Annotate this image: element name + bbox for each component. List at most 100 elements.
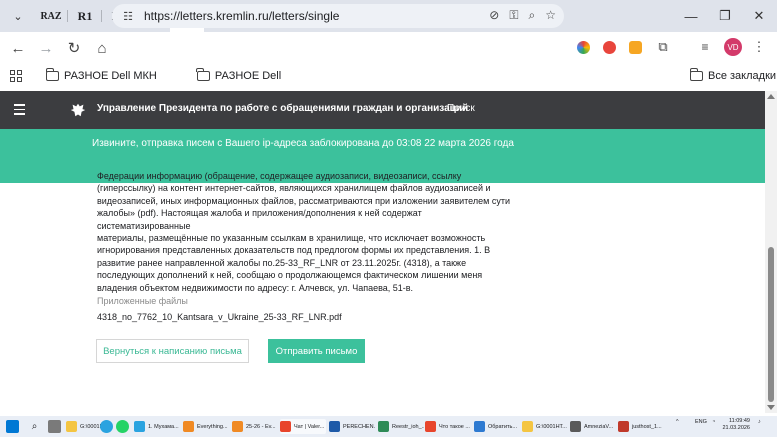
taskbar-app[interactable]: 1. Мухама...	[134, 419, 180, 434]
web-page: Управление Президента по работе с обраще…	[0, 91, 765, 413]
attachments-label: Приложенные файлы	[97, 296, 188, 306]
taskbar-app[interactable]: Что такое ...	[425, 419, 471, 434]
close-window-button[interactable]: ✕	[741, 0, 777, 32]
letter-line: владения объектом недвижимости по адресу…	[97, 282, 414, 293]
app-icon	[134, 421, 145, 432]
letter-line: жалобы» (pdf). Настоящая жалоба и прилож…	[97, 208, 422, 231]
taskbar-app[interactable]: Reestr_ioh_...	[378, 419, 424, 434]
search-icon[interactable]: ⌕	[28, 420, 41, 433]
profile-avatar[interactable]: VD	[722, 36, 744, 58]
double-headed-eagle-emblem-icon	[70, 103, 86, 117]
home-icon[interactable]: ⌂	[88, 34, 116, 62]
app-icon	[570, 421, 581, 432]
taskbar-app-label: 25-26 - Ev...	[246, 423, 276, 430]
letter-line: видеозаписей, иных информационных файлов…	[97, 195, 510, 206]
app-icon	[232, 421, 243, 432]
notifications-bell-icon[interactable]: ♪	[758, 419, 761, 425]
taskbar-app-label: 1. Мухама...	[148, 423, 179, 430]
wallet-extension-icon[interactable]	[624, 36, 646, 58]
taskbar-app[interactable]: AmneziaV...	[570, 419, 616, 434]
tracking-blocked-eye-icon[interactable]: ⊘	[489, 8, 499, 23]
app-icon	[183, 421, 194, 432]
send-letter-button[interactable]: Отправить письмо	[268, 339, 365, 363]
zoom-icon[interactable]: ⌕	[529, 8, 536, 23]
letter-line: развитие ранее направленной жалобы по.25…	[97, 257, 467, 268]
scroll-up-arrow-icon[interactable]	[767, 94, 775, 99]
restore-button[interactable]: ❐	[707, 0, 743, 32]
taskbar-app[interactable]: Чат | Valer...	[280, 419, 326, 434]
app-icon	[425, 421, 436, 432]
scrollbar-thumb[interactable]	[768, 247, 774, 402]
tab-search-chevron-icon[interactable]: ⌄	[6, 4, 30, 28]
bookmark-star-icon[interactable]: ☆	[545, 8, 556, 23]
taskbar-app[interactable]: justhost_1...	[618, 419, 664, 434]
start-windows-icon[interactable]	[6, 420, 19, 433]
app-icon	[378, 421, 389, 432]
whatsapp-pinned-icon[interactable]	[116, 420, 129, 433]
app-icon	[522, 421, 533, 432]
browser-tab[interactable]: RAZ	[34, 4, 68, 28]
windows-taskbar: ⌕ G:\0001НТ... 1. Мухама... Everything... 2…	[0, 416, 777, 437]
tray-chevron-icon[interactable]: ^	[676, 419, 679, 425]
letter-text: Федерации информацию (обращение, содержа…	[97, 170, 517, 294]
app-icon	[329, 421, 340, 432]
app-icon	[280, 421, 291, 432]
reload-icon[interactable]: ↻	[60, 34, 88, 62]
org-title[interactable]: Управление Президента по работе с обраще…	[97, 103, 468, 114]
tab-title: R1	[77, 8, 93, 23]
passwords-key-icon[interactable]: ⚿	[509, 8, 518, 23]
browser-tab[interactable]: R1	[68, 4, 102, 28]
letter-line: материалы, размещённые по указанным ссыл…	[97, 233, 486, 244]
page-scrollbar[interactable]	[765, 91, 777, 413]
browser-menu-icon[interactable]: ⋮	[748, 36, 770, 58]
vpn-extension-icon[interactable]	[598, 36, 620, 58]
app-icon	[618, 421, 629, 432]
letter-line: Федерации информацию (обращение, содержа…	[97, 171, 462, 181]
site-search-link[interactable]: Поиск	[447, 103, 475, 114]
system-clock[interactable]: 11:09:49 21.03.2026	[720, 418, 750, 432]
taskbar-app[interactable]: PERECHEN...	[329, 419, 375, 434]
telegram-pinned-icon[interactable]	[100, 420, 113, 433]
site-header: Управление Президента по работе с обраще…	[0, 91, 765, 129]
minimize-button[interactable]: —	[673, 0, 709, 32]
network-icon[interactable]: ◔	[712, 419, 715, 425]
taskbar-app-label: Чат | Valer...	[294, 423, 325, 430]
letter-line: последующих дополнений к ней, сообщаю о …	[97, 270, 483, 281]
taskbar-app-label: Что такое ...	[439, 423, 470, 430]
taskbar-app[interactable]: Обратить...	[474, 419, 520, 434]
taskbar-app[interactable]: G:\0001НТ...	[522, 419, 568, 434]
forward-arrow-icon[interactable]: →	[32, 34, 60, 62]
task-view-icon[interactable]	[48, 420, 61, 433]
back-to-writing-button[interactable]: Вернуться к написанию письма	[96, 339, 249, 363]
letter-line: (гиперссылку) на контент интернет-сайтов…	[97, 183, 491, 194]
tab-title: RAZ	[40, 10, 62, 22]
app-icon	[66, 421, 77, 432]
taskbar-app-label: Reestr_ioh_...	[392, 423, 424, 430]
taskbar-app-label: AmneziaV...	[584, 423, 614, 430]
taskbar-app[interactable]: Everything...	[183, 419, 229, 434]
back-arrow-icon[interactable]: ←	[4, 34, 32, 62]
attached-file-name: 4318_no_7762_10_Kantsara_v_Ukraine_25-33…	[97, 312, 342, 322]
app-icon	[474, 421, 485, 432]
alert-message: Извините, отправка писем с Вашего ip-адр…	[92, 138, 514, 149]
apps-grid-icon[interactable]	[10, 70, 22, 82]
letter-line: игнорирования представленных доказательс…	[97, 245, 491, 256]
all-bookmarks-button[interactable]: Все закладки	[689, 68, 776, 82]
folder-icon	[45, 68, 59, 81]
bookmarks-bar: РАЗНОЕ Dell МКН РАЗНОЕ Dell Все закладки	[0, 64, 777, 88]
input-language[interactable]: ENG	[695, 419, 707, 425]
bookmark-folder-dell[interactable]: РАЗНОЕ Dell	[196, 68, 281, 82]
hamburger-menu-icon[interactable]	[14, 104, 25, 118]
address-bar[interactable]: ☷ https://letters.kremlin.ru/letters/sin…	[112, 4, 564, 28]
site-settings-icon[interactable]: ☷	[118, 10, 138, 23]
scroll-down-arrow-icon[interactable]	[767, 405, 775, 410]
folder-icon	[689, 68, 703, 81]
media-controls-icon[interactable]: ≡	[694, 36, 716, 58]
taskbar-app-label: Обратить...	[488, 423, 517, 430]
url-text[interactable]: https://letters.kremlin.ru/letters/singl…	[144, 9, 339, 23]
color-extension-icon[interactable]	[572, 36, 594, 58]
taskbar-app[interactable]: 25-26 - Ev...	[232, 419, 278, 434]
extensions-puzzle-icon[interactable]: ⧉	[652, 36, 674, 58]
taskbar-app-label: Everything...	[197, 423, 228, 430]
bookmark-folder-dell-mkn[interactable]: РАЗНОЕ Dell МКН	[45, 68, 157, 82]
